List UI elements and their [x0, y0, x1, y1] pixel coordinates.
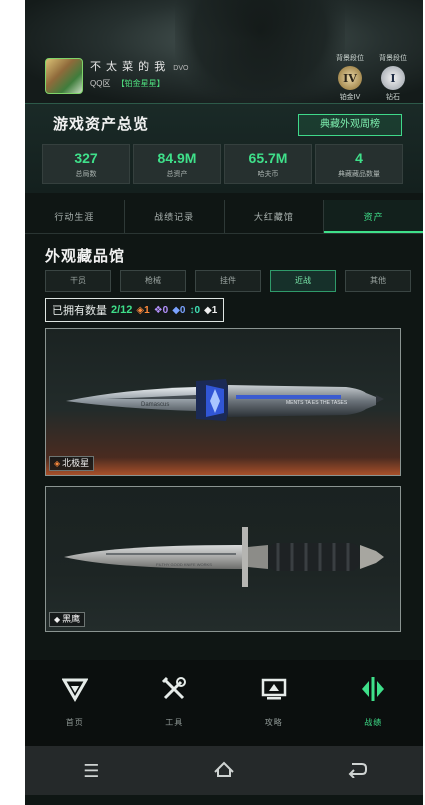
nav-label: 战绩	[364, 718, 383, 727]
back-icon[interactable]	[344, 760, 370, 782]
profile-banner: 不 太 菜 的 我 DVO QQ区 【铂金星星】 背景段位 IV 铂金IV 背景…	[25, 0, 423, 110]
menu-icon[interactable]: ☰	[78, 760, 104, 782]
stat-value: 65.7M	[248, 150, 288, 166]
rank-label: 钻石	[386, 94, 400, 101]
stat-value: 4	[355, 150, 363, 166]
svg-text:Damascus: Damascus	[141, 402, 169, 408]
nav-guides[interactable]: 攻略	[224, 660, 324, 746]
asset-overview: 游戏资产总览 典藏外观周榜 327 总局数 84.9M 总资产 65.7M 哈夫…	[25, 103, 423, 193]
grade-white-count: ◆1	[204, 305, 217, 316]
rank-caption: 背景段位	[379, 55, 407, 62]
rank-caption: 背景段位	[336, 55, 364, 62]
delta-logo-icon	[61, 678, 89, 702]
nav-label: 攻略	[264, 718, 283, 727]
player-name: 不 太 菜 的 我 DVO	[90, 58, 188, 74]
nav-label: 工具	[165, 718, 184, 727]
weekly-ranking-button[interactable]: 典藏外观周榜	[298, 114, 402, 136]
grade-blue-icon: ◆	[172, 304, 180, 316]
avatar[interactable]	[45, 58, 83, 94]
section-title: 游戏资产总览	[53, 116, 150, 133]
nav-label: 首页	[65, 718, 84, 727]
item-card-black-hawk[interactable]: FILTHY GOOD KNIFE WORKS ◆ 黑鹰	[45, 486, 401, 632]
stat-label: 哈夫币	[257, 171, 279, 178]
stat-currency: 65.7M 哈夫币	[224, 144, 312, 184]
filter-charms[interactable]: 挂件	[195, 270, 261, 292]
tab-assets[interactable]: 资产	[324, 200, 423, 233]
stat-total-matches: 327 总局数	[42, 144, 130, 184]
rank-emblem-numeral: IV	[343, 71, 357, 85]
stat-label: 典藏藏品数量	[338, 171, 380, 178]
filter-guns[interactable]: 枪械	[120, 270, 186, 292]
grade-white-value: 1	[211, 304, 218, 316]
stat-label: 总局数	[75, 171, 97, 178]
owned-count-bar: 已拥有数量 2/12 ◈1 ❖0 ◆0 ↕0 ◆1	[45, 298, 225, 322]
app-screen: 不 太 菜 的 我 DVO QQ区 【铂金星星】 背景段位 IV 铂金IV 背景…	[25, 0, 423, 805]
player-name-suffix: DVO	[173, 65, 189, 72]
grade-blue-count: ◆0	[172, 305, 185, 316]
grade-purple-count: ❖0	[154, 305, 169, 316]
server-tag: 【铂金星星】	[116, 79, 165, 88]
rank-emblem-icon: IV	[338, 66, 362, 90]
grade-blue-value: 0	[179, 304, 186, 316]
tab-red-collection[interactable]: 大红藏馆	[225, 200, 325, 233]
filter-row: 干员 枪械 挂件 近战 其他	[45, 270, 411, 292]
stat-value: 327	[74, 150, 98, 166]
stat-value: 84.9M	[157, 150, 197, 166]
grade-teal-value: 0	[194, 304, 201, 316]
stat-collection-count: 4 典藏藏品数量	[315, 144, 403, 184]
item-card-polaris[interactable]: Damascus MENTS TA ES THE TASES ◈ 北极星	[45, 328, 401, 476]
owned-label: 已拥有数量	[52, 305, 107, 317]
svg-text:FILTHY GOOD KNIFE WORKS: FILTHY GOOD KNIFE WORKS	[156, 562, 212, 567]
filter-other[interactable]: 其他	[345, 270, 411, 292]
gallery-title: 外观藏品馆	[45, 248, 126, 265]
black-hawk-knife-image: FILTHY GOOD KNIFE WORKS	[64, 527, 384, 587]
system-nav-bar: ☰	[25, 746, 423, 795]
character-artwork	[175, 0, 345, 110]
item-name-tag: ◈ 北极星	[49, 456, 95, 471]
grade-white-icon: ◆	[204, 304, 212, 316]
nav-tools[interactable]: 工具	[125, 660, 225, 746]
bottom-nav: 首页 工具 攻略 战绩	[25, 660, 423, 746]
grade-orange-icon: ◈	[136, 304, 145, 316]
grade-orange-icon: ◈	[54, 459, 61, 468]
grade-white-icon: ◆	[54, 615, 61, 624]
tab-records[interactable]: 战绩记录	[125, 200, 225, 233]
grade-purple-icon: ❖	[153, 304, 163, 316]
rank-emblem-numeral: I	[390, 71, 396, 85]
grade-purple-value: 0	[162, 304, 169, 316]
rank-badge-1[interactable]: 背景段位 IV 铂金IV	[330, 53, 370, 102]
monitor-icon	[261, 678, 286, 700]
home-icon[interactable]	[211, 760, 237, 782]
rank-badge-2[interactable]: 背景段位 I 钻石	[373, 53, 413, 102]
filter-operators[interactable]: 干员	[45, 270, 111, 292]
tab-bar: 行动生涯 战绩记录 大红藏馆 资产	[25, 200, 423, 234]
item-name: 黑鹰	[62, 614, 81, 624]
item-name-tag: ◆ 黑鹰	[49, 612, 86, 627]
tools-icon	[162, 676, 187, 700]
grade-orange-count: ◈1	[136, 305, 149, 316]
stats-row: 327 总局数 84.9M 总资产 65.7M 哈夫币 4 典藏藏品数量	[42, 144, 403, 184]
server-row: QQ区 【铂金星星】	[90, 78, 165, 89]
owned-count: 2/12	[111, 304, 133, 316]
nav-records[interactable]: 战绩	[324, 660, 424, 746]
assets-icon	[362, 677, 385, 701]
nav-home[interactable]: 首页	[25, 660, 125, 746]
player-name-text: 不 太 菜 的 我	[90, 61, 167, 73]
item-name: 北极星	[62, 458, 90, 468]
grade-orange-value: 1	[144, 304, 150, 316]
grade-teal-count: ↕0	[189, 305, 200, 316]
rank-emblem-icon: I	[381, 66, 405, 90]
tab-career[interactable]: 行动生涯	[25, 200, 125, 233]
polaris-knife-image: Damascus MENTS TA ES THE TASES	[66, 379, 384, 421]
stat-label: 总资产	[166, 171, 188, 178]
stat-total-assets: 84.9M 总资产	[133, 144, 221, 184]
rank-label: 铂金IV	[339, 94, 361, 101]
filter-melee[interactable]: 近战	[270, 270, 336, 292]
svg-text:MENTS TA ES THE TASES: MENTS TA ES THE TASES	[286, 400, 348, 406]
server-label: QQ区	[90, 79, 111, 88]
